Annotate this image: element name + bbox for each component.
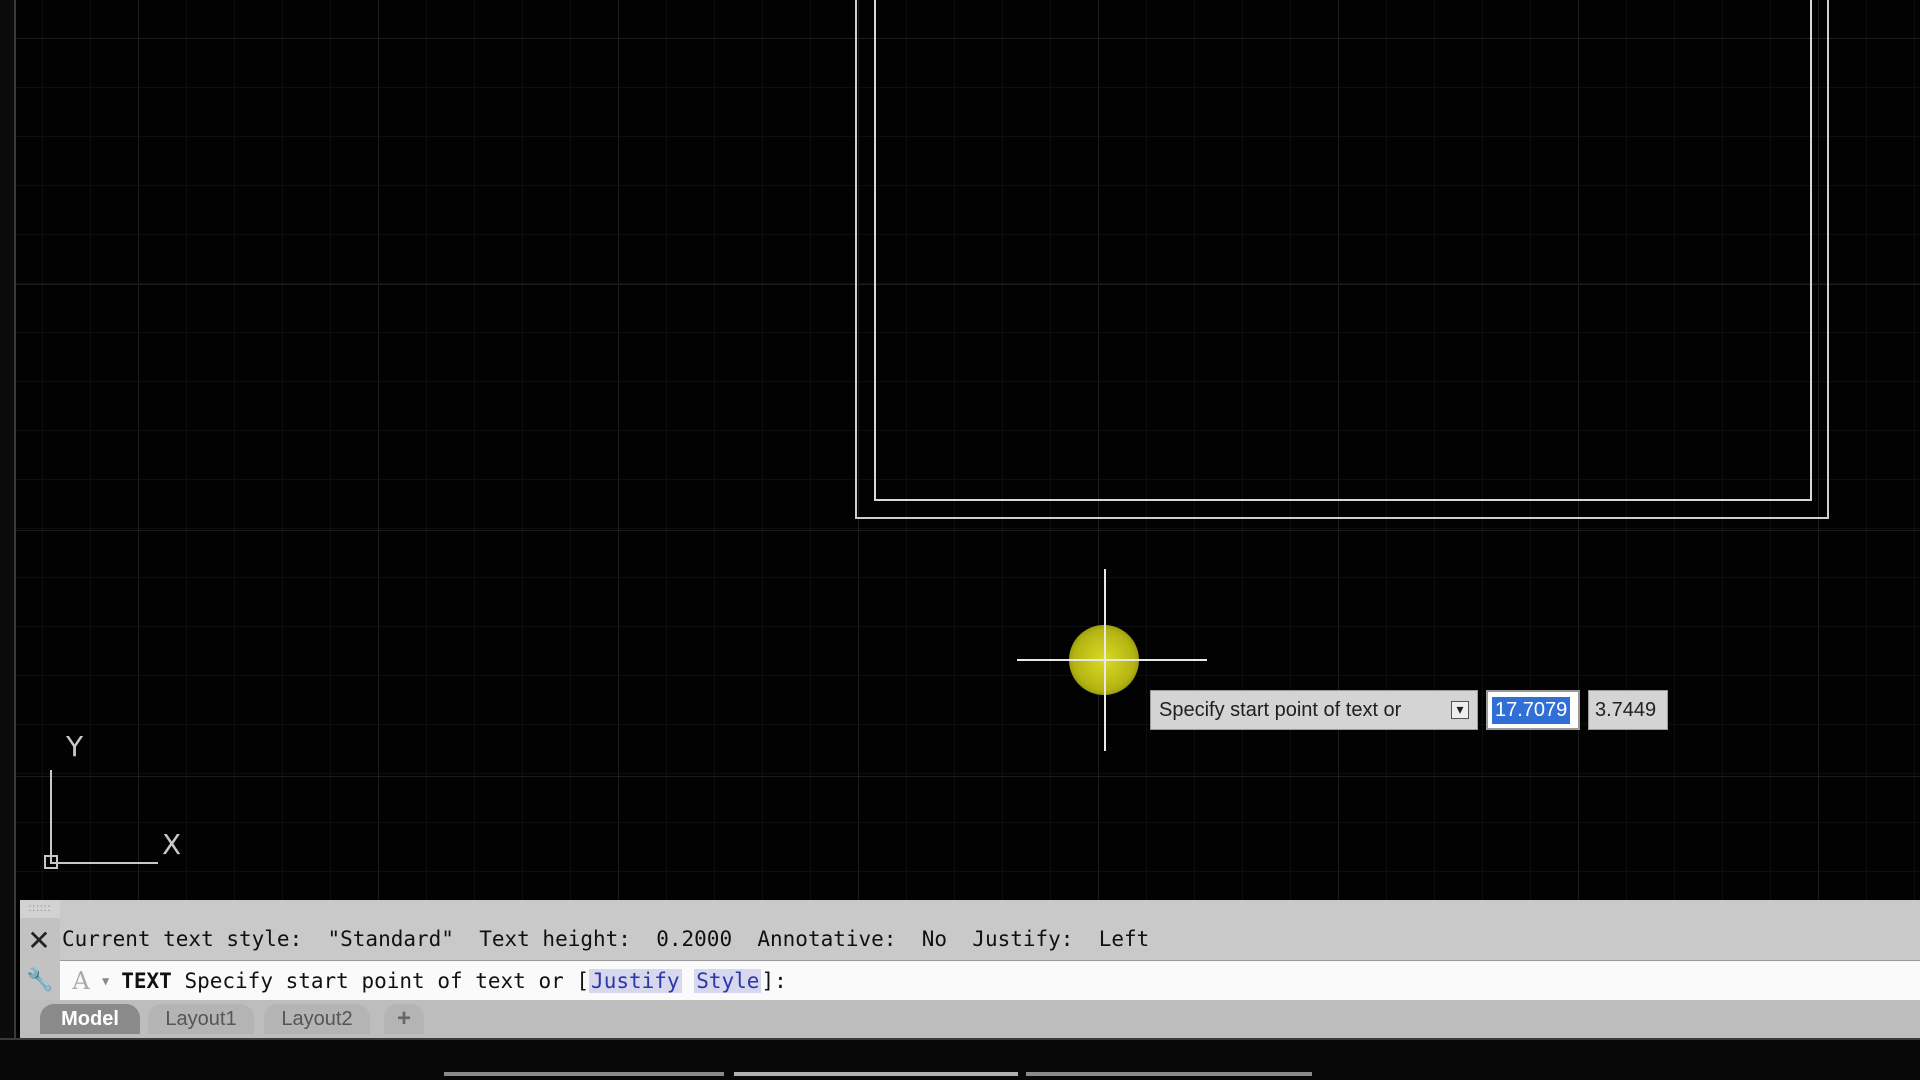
command-line-grip[interactable]: :::::: <box>20 900 60 918</box>
command-name: TEXT <box>121 969 172 993</box>
down-arrow-icon[interactable]: ▾ <box>1451 701 1469 719</box>
ucs-x-label: X <box>162 828 182 861</box>
ucs-x-axis <box>50 862 158 864</box>
option-justify-label[interactable]: Justify <box>591 969 680 993</box>
command-input[interactable]: A ▼ TEXT Specify start point of text or … <box>60 960 1920 1001</box>
x-coordinate-value[interactable]: 17.7079 <box>1492 696 1571 724</box>
tab-layout1[interactable]: Layout1 <box>148 1004 254 1034</box>
text-command-icon[interactable]: A <box>60 967 102 995</box>
dynamic-input-prompt-text: Specify start point of text or <box>1159 698 1402 721</box>
option-style-label[interactable]: Style <box>696 969 759 993</box>
crosshair-vertical <box>1104 569 1106 751</box>
option-justify[interactable]: Justify <box>589 969 682 993</box>
rectangle-inner[interactable] <box>874 0 1812 501</box>
option-separator <box>682 969 695 993</box>
dynamic-input-y-field[interactable]: 3.7449 <box>1588 690 1668 730</box>
add-layout-button[interactable]: + <box>384 1004 424 1034</box>
option-style[interactable]: Style <box>694 969 762 993</box>
command-prompt-prefix: Specify start point of text or [ <box>171 969 590 993</box>
drawing-canvas[interactable]: Y X <box>16 0 1920 900</box>
ucs-origin-icon <box>44 855 58 869</box>
ucs-y-label: Y <box>66 730 84 763</box>
dynamic-input-x-field[interactable]: 17.7079 <box>1486 690 1580 730</box>
taskbar-strip <box>734 1072 1018 1076</box>
tab-layout2[interactable]: Layout2 <box>264 1004 370 1034</box>
tab-model[interactable]: Model <box>40 1004 140 1034</box>
taskbar-strip <box>444 1072 724 1076</box>
ucs-y-axis <box>50 770 52 862</box>
crosshair-horizontal <box>1017 659 1207 661</box>
command-history-line: Current text style: "Standard" Text heig… <box>62 927 1150 951</box>
autocad-window: Y X Specify start point of text or ▾ 17.… <box>0 0 1920 1080</box>
wrench-icon[interactable]: 🔧 <box>26 968 53 994</box>
window-left-edge <box>0 0 16 1060</box>
close-icon[interactable]: ✕ <box>26 927 52 955</box>
dynamic-input-prompt: Specify start point of text or ▾ <box>1150 690 1478 730</box>
command-prompt-suffix: ]: <box>761 969 787 993</box>
taskbar-strip <box>1026 1072 1312 1076</box>
chevron-down-icon[interactable]: ▼ <box>102 974 109 988</box>
y-coordinate-value[interactable]: 3.7449 <box>1595 699 1656 722</box>
